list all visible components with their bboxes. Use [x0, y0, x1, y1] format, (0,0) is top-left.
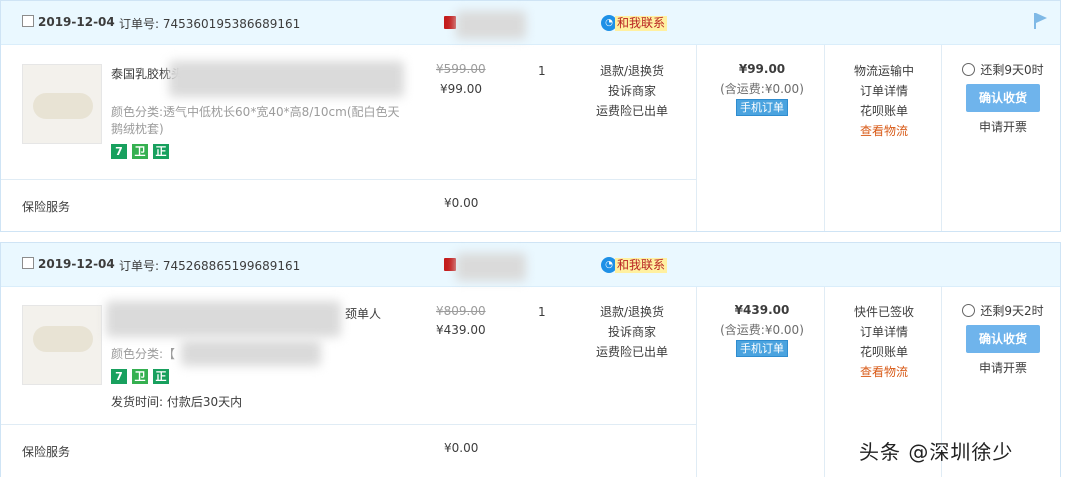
- contact-seller-link[interactable]: 和我联系: [615, 258, 668, 273]
- request-invoice-link[interactable]: 申请开票: [944, 117, 1062, 137]
- redacted-title: [169, 61, 404, 97]
- seven-day-return-icon[interactable]: 7: [111, 144, 127, 159]
- order-actions: 还剩9天2时 确认收货 申请开票: [944, 302, 1062, 378]
- unit-price: ¥99.00: [440, 82, 482, 96]
- shipping-insurance-link[interactable]: 运费险已出单: [596, 101, 668, 121]
- guarantee-icon[interactable]: 卫: [132, 369, 148, 384]
- seven-day-return-icon[interactable]: 7: [111, 369, 127, 384]
- genuine-icon[interactable]: 正: [153, 144, 169, 159]
- shipping-insurance-link[interactable]: 运费险已出单: [596, 342, 668, 362]
- mobile-order-tag: 手机订单: [736, 99, 788, 116]
- payment-summary: ¥99.00 (含运费:¥0.00) 手机订单: [701, 59, 823, 116]
- shipping-fee: (含运费:¥0.00): [720, 323, 804, 337]
- product-sku: 颜色分类:透气中低枕长60*宽40*高8/10cm(配白色天鹅绒枕套): [111, 105, 400, 136]
- mobile-order-tag: 手机订单: [736, 340, 788, 357]
- insurance-label: 保险服务: [22, 445, 71, 459]
- countdown: 还剩9天2时: [944, 302, 1062, 320]
- order-number: 订单号: 745360195386689161: [119, 17, 301, 31]
- order-detail-link[interactable]: 订单详情: [827, 322, 941, 342]
- refund-link[interactable]: 退款/退换货: [596, 302, 668, 322]
- order-detail-link[interactable]: 订单详情: [827, 81, 941, 101]
- view-logistics-link[interactable]: 查看物流: [827, 362, 941, 382]
- view-logistics-link[interactable]: 查看物流: [827, 121, 941, 141]
- insurance-amount: ¥0.00: [444, 196, 479, 210]
- order-checkbox[interactable]: [22, 257, 34, 269]
- unit-price: ¥439.00: [436, 323, 486, 337]
- redacted-sku: [181, 340, 321, 366]
- quantity: 1: [538, 64, 546, 78]
- after-sale-ops: 退款/退换货 投诉商家 运费险已出单: [596, 61, 668, 121]
- contact-seller-link[interactable]: 和我联系: [615, 16, 668, 31]
- huabei-bill-link[interactable]: 花呗账单: [827, 101, 941, 121]
- pay-amount: ¥439.00: [734, 303, 790, 317]
- insurance-label: 保险服务: [22, 200, 71, 214]
- payment-summary: ¥439.00 (含运费:¥0.00) 手机订单: [701, 300, 823, 357]
- confirm-receipt-button[interactable]: 确认收货: [966, 84, 1040, 112]
- watermark: 头条 @深圳徐少: [859, 440, 1014, 464]
- huabei-bill-link[interactable]: 花呗账单: [827, 342, 941, 362]
- service-badges: 7卫正: [111, 144, 174, 159]
- order-date: 2019-12-04: [38, 257, 115, 271]
- redacted-shop-name: [456, 11, 526, 39]
- ship-time: 发货时间: 付款后30天内: [111, 395, 243, 409]
- order-number: 订单号: 745268865199689161: [119, 259, 301, 273]
- genuine-icon[interactable]: 正: [153, 369, 169, 384]
- order-header: 2019-12-04 订单号: 745268865199689161 ◔ 和我联…: [1, 243, 1060, 287]
- insurance-amount: ¥0.00: [444, 441, 479, 455]
- order-actions: 还剩9天0时 确认收货 申请开票: [944, 61, 1062, 137]
- order-status: 快件已签收 订单详情 花呗账单 查看物流: [827, 302, 941, 382]
- product-image[interactable]: [22, 64, 102, 144]
- pay-amount: ¥99.00: [738, 62, 786, 76]
- confirm-receipt-button[interactable]: 确认收货: [966, 325, 1040, 353]
- clock-icon: [962, 304, 976, 317]
- order-status: 物流运输中 订单详情 花呗账单 查看物流: [827, 61, 941, 141]
- status-text: 快件已签收: [853, 305, 914, 319]
- complain-link[interactable]: 投诉商家: [596, 81, 668, 101]
- order-date: 2019-12-04: [38, 15, 115, 29]
- original-price: ¥809.00: [436, 304, 486, 318]
- clock-icon: [962, 63, 976, 76]
- order-checkbox[interactable]: [22, 15, 34, 27]
- service-badges: 7卫正: [111, 369, 174, 384]
- original-price: ¥599.00: [436, 62, 486, 76]
- order-card: 2019-12-04 订单号: 745360195386689161 ◔ 和我联…: [0, 0, 1061, 232]
- product-title[interactable]: 颈单人: [345, 305, 415, 323]
- product-image[interactable]: [22, 305, 102, 385]
- status-text: 物流运输中: [853, 64, 914, 78]
- after-sale-ops: 退款/退换货 投诉商家 运费险已出单: [596, 302, 668, 362]
- guarantee-icon[interactable]: 卫: [132, 144, 148, 159]
- quantity: 1: [538, 305, 546, 319]
- refund-link[interactable]: 退款/退换货: [596, 61, 668, 81]
- order-header: 2019-12-04 订单号: 745360195386689161 ◔ 和我联…: [1, 1, 1060, 45]
- redacted-shop-name: [456, 253, 526, 281]
- shop-icon: [444, 258, 456, 271]
- complain-link[interactable]: 投诉商家: [596, 322, 668, 342]
- shipping-fee: (含运费:¥0.00): [720, 82, 804, 96]
- request-invoice-link[interactable]: 申请开票: [944, 358, 1062, 378]
- countdown: 还剩9天0时: [944, 61, 1062, 79]
- flag-icon[interactable]: [1034, 13, 1047, 29]
- shop-icon: [444, 16, 456, 29]
- redacted-title: [106, 301, 341, 337]
